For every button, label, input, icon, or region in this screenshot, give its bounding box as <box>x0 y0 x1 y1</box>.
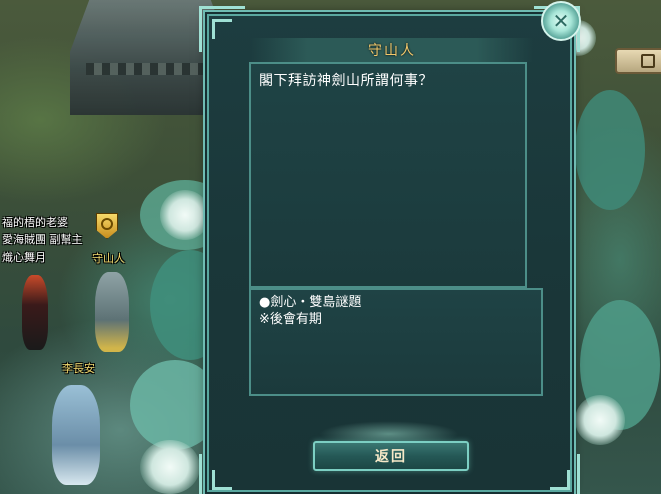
dialog-option-quest[interactable]: ●劍心・雙島謎題 <box>259 294 533 311</box>
player-character[interactable] <box>22 275 48 350</box>
quest-marker-icon <box>96 213 118 239</box>
npc-speech-text: 閣下拜訪神劍山所謂何事？ <box>259 73 433 89</box>
foliage <box>575 90 645 210</box>
close-icon[interactable]: ✕ <box>541 1 581 41</box>
npc-name-label-2: 李長安 <box>62 362 95 375</box>
lotus-flower <box>140 440 200 494</box>
npc-name-label: 守山人 <box>92 252 125 265</box>
dialog-options-list: ●劍心・雙島謎題 ※後會有期 <box>249 288 543 396</box>
player-title-label: 熾心舞月 <box>2 251 46 264</box>
frame-corner-ornament <box>534 454 580 494</box>
back-button-label: 返回 <box>375 449 407 465</box>
other-character[interactable] <box>52 385 100 485</box>
dialog-title: 守山人 <box>368 43 416 59</box>
side-panel-button[interactable] <box>615 48 661 74</box>
lotus-flower <box>575 395 625 445</box>
npc-character[interactable] <box>95 272 129 352</box>
dialog-title-bar: 守山人 <box>251 38 533 62</box>
player-name-label: 福的梧的老婆 <box>2 216 68 229</box>
frame-corner-ornament <box>199 454 245 494</box>
frame-corner-ornament <box>199 6 245 52</box>
npc-dialog-window: 守山人 閣下拜訪神劍山所謂何事？ ●劍心・雙島謎題 ※後會有期 返回 <box>199 6 580 494</box>
back-button[interactable]: 返回 <box>313 441 469 471</box>
lotus-flower <box>160 190 210 240</box>
npc-speech-box: 閣下拜訪神劍山所謂何事？ <box>249 62 527 288</box>
player-guild-label: 愛海賊團 副幫主 <box>2 233 83 246</box>
dialog-option-farewell[interactable]: ※後會有期 <box>259 311 533 328</box>
side-panel-icon <box>641 54 655 68</box>
